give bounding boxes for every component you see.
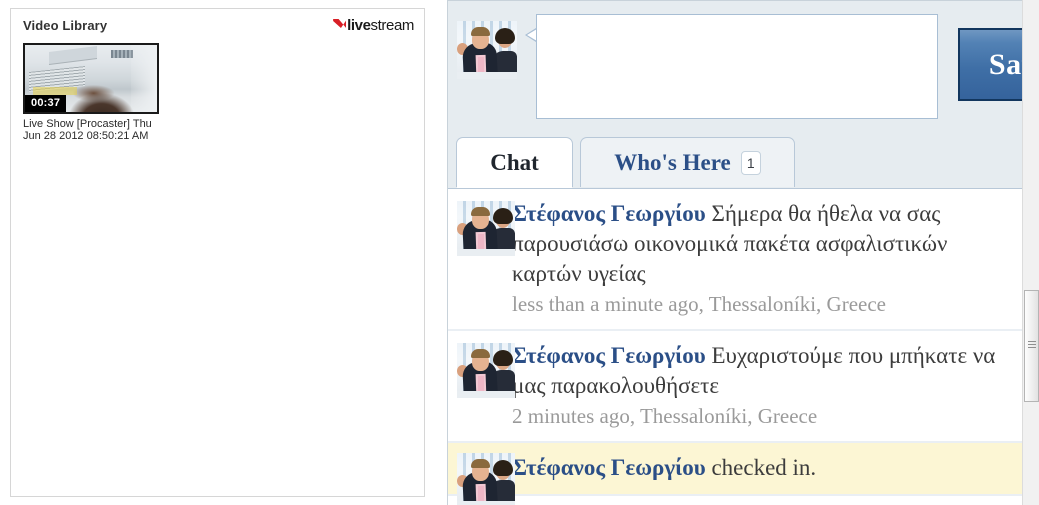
composer-avatar bbox=[457, 21, 517, 79]
video-duration-badge: 00:37 bbox=[25, 95, 67, 112]
avatar-desk bbox=[457, 501, 515, 505]
logo-text-bold: live bbox=[347, 16, 371, 34]
message-body: Στέφανος Γεωργίου Σήμερα θα ήθελα να σας… bbox=[512, 199, 1018, 289]
page-scrollbar[interactable] bbox=[1022, 0, 1039, 505]
chat-message-list[interactable]: Στέφανος Γεωργίου Σήμερα θα ήθελα να σας… bbox=[448, 188, 1039, 505]
tab-chat[interactable]: Chat bbox=[456, 137, 573, 188]
chat-panel: Say Chat Who's Here 1 Στέφανος Γεωργίου … bbox=[447, 0, 1039, 505]
message-text: checked in. bbox=[705, 455, 817, 480]
avatar-desk bbox=[457, 249, 515, 256]
avatar-desk bbox=[457, 391, 515, 398]
avatar-person-right-hair bbox=[495, 28, 515, 44]
avatar-person-main-hair bbox=[471, 459, 490, 468]
chat-message: Στέφανος Γεωργίου Ευχαριστούμε που μπήκα… bbox=[448, 331, 1039, 443]
chat-input-bubble bbox=[525, 14, 938, 119]
livestream-chat-page: Video Library live stream 00:37 Live Sho… bbox=[0, 0, 1039, 505]
message-author[interactable]: Στέφανος Γεωργίου bbox=[512, 455, 706, 480]
avatar-person-main-hair bbox=[471, 27, 490, 36]
message-avatar bbox=[457, 343, 515, 398]
video-library-header: Video Library live stream bbox=[11, 9, 424, 41]
bubble-tail-icon bbox=[525, 28, 537, 42]
chat-composer: Say bbox=[448, 1, 1039, 131]
message-author[interactable]: Στέφανος Γεωργίου bbox=[512, 201, 706, 226]
message-meta: 2 minutes ago, Thessaloníki, Greece bbox=[512, 404, 818, 428]
avatar-person-main-hair bbox=[471, 207, 490, 216]
page-scrollbar-thumb[interactable] bbox=[1024, 290, 1039, 402]
chat-message: Στέφανος Γεωργίου Σήμερα θα ήθελα να σας… bbox=[448, 189, 1039, 331]
avatar-desk bbox=[457, 72, 517, 79]
video-thumbnail[interactable]: 00:37 bbox=[23, 43, 159, 114]
message-author[interactable]: Στέφανος Γεωργίου bbox=[512, 343, 706, 368]
logo-text-light: stream bbox=[370, 16, 415, 34]
video-library-panel: Video Library live stream 00:37 Live Sho… bbox=[10, 8, 425, 497]
chat-message-input[interactable] bbox=[536, 14, 938, 119]
ceiling-light-shape bbox=[33, 87, 77, 95]
tab-whos-here-label: Who's Here bbox=[614, 149, 731, 175]
message-avatar bbox=[457, 201, 515, 256]
livestream-chevron-icon bbox=[333, 18, 346, 32]
wall-shape bbox=[131, 45, 157, 112]
avatar-image bbox=[457, 201, 515, 256]
page-title: Video Library bbox=[23, 18, 108, 33]
avatar-person-right-hair bbox=[493, 460, 513, 476]
livestream-logo: live stream bbox=[333, 16, 414, 34]
message-body: Στέφανος Γεωργίου Ευχαριστούμε που μπήκα… bbox=[512, 341, 1018, 401]
ceiling-object-shape bbox=[111, 50, 133, 58]
message-body: Στέφανος Γεωργίου checked in. bbox=[512, 453, 1018, 483]
scrollbar-grip-icon bbox=[1028, 341, 1036, 348]
avatar-image bbox=[457, 453, 515, 505]
video-library-body: 00:37 Live Show [Procaster] Thu Jun 28 2… bbox=[11, 41, 424, 144]
whos-here-count-badge: 1 bbox=[740, 150, 761, 175]
message-avatar bbox=[457, 453, 515, 505]
avatar-image bbox=[457, 343, 515, 398]
tab-chat-label: Chat bbox=[490, 149, 539, 175]
video-caption: Live Show [Procaster] Thu Jun 28 2012 08… bbox=[23, 118, 152, 142]
avatar-person-main-hair bbox=[471, 349, 490, 358]
avatar-person-right-hair bbox=[493, 350, 513, 366]
avatar-person-right-hair bbox=[493, 208, 513, 224]
chat-message: Στέφανος Γεωργίου checked in. bbox=[448, 443, 1039, 505]
video-list-item[interactable]: 00:37 Live Show [Procaster] Thu Jun 28 2… bbox=[23, 43, 159, 142]
message-meta: less than a minute ago, Thessaloníki, Gr… bbox=[512, 292, 887, 316]
avatar-image bbox=[457, 21, 517, 79]
tab-whos-here[interactable]: Who's Here 1 bbox=[580, 137, 795, 187]
chat-tabs: Chat Who's Here 1 bbox=[448, 131, 1039, 188]
